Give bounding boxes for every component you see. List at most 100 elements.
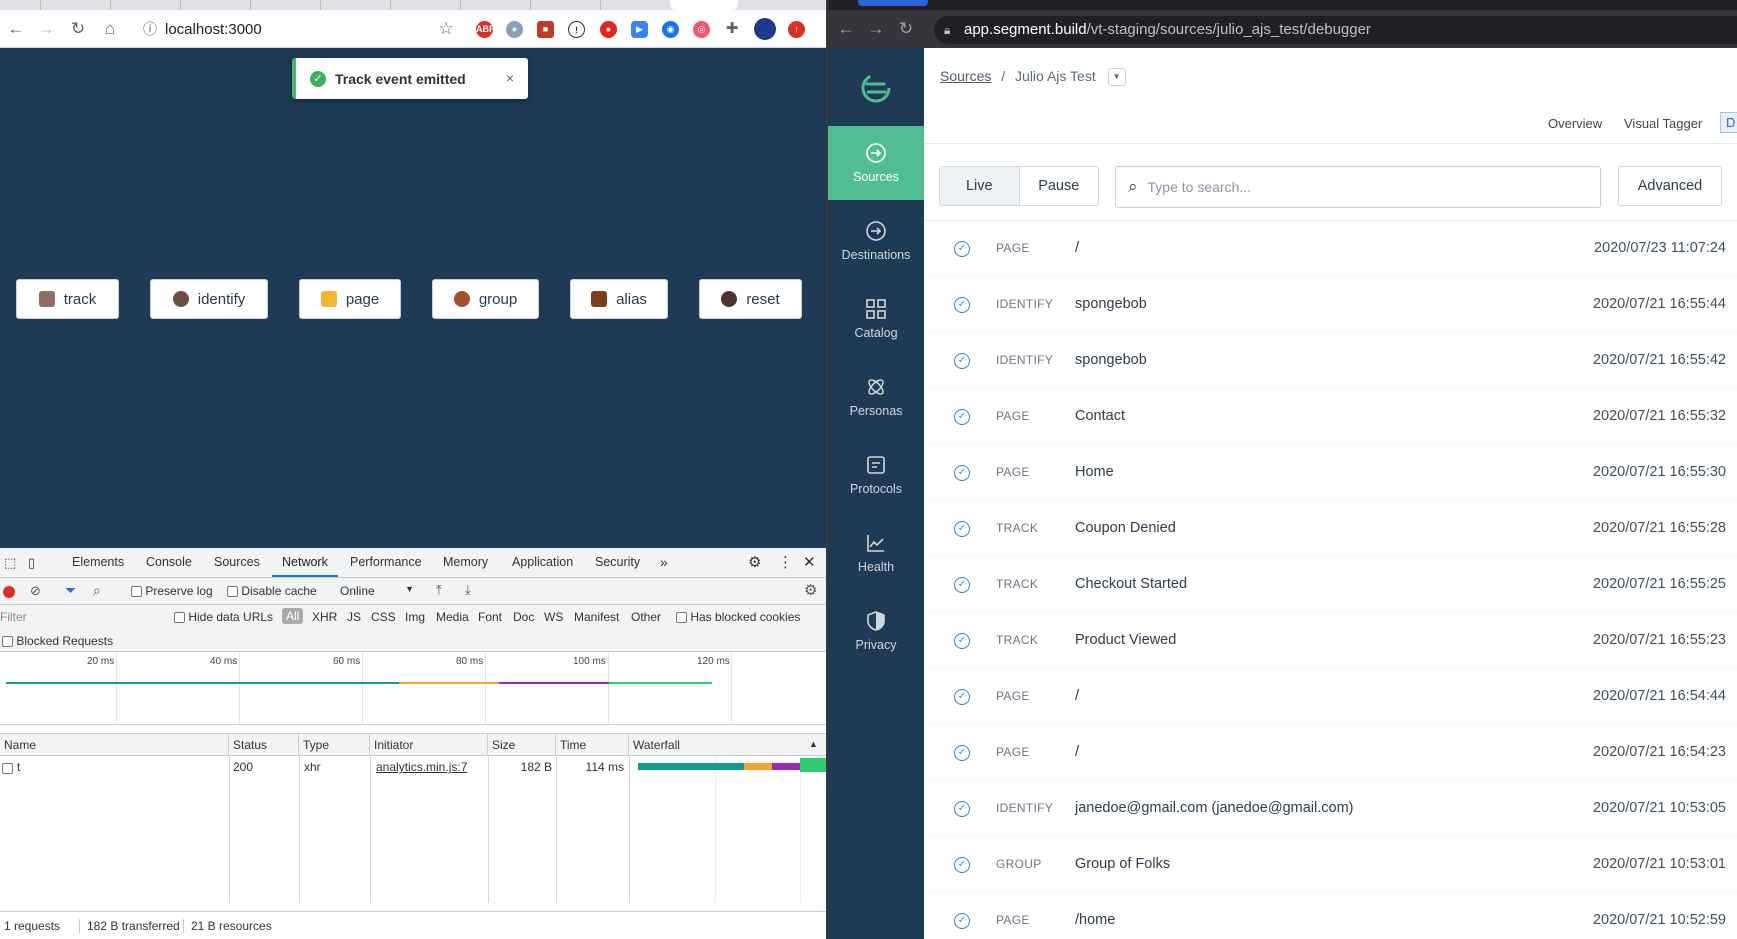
browser-tab[interactable]	[600, 0, 660, 10]
track-button[interactable]: track	[16, 279, 119, 319]
col-name[interactable]: Name	[0, 734, 229, 756]
extension-icon[interactable]: ▶	[631, 21, 648, 38]
device-toolbar-icon[interactable]: ▯	[28, 548, 35, 577]
filter-js[interactable]: JS	[347, 610, 361, 624]
sidebar-item-destinations[interactable]: Destinations	[828, 204, 924, 278]
filter-doc[interactable]: Doc	[513, 610, 534, 624]
browser-tab-active[interactable]	[858, 0, 928, 6]
page-button[interactable]: page	[299, 279, 401, 319]
reload-icon[interactable]: ↻	[896, 19, 916, 39]
filter-all-button[interactable]: All	[282, 608, 304, 624]
extension-icon[interactable]: ◉	[662, 21, 679, 38]
filter-other[interactable]: Other	[631, 610, 661, 624]
bookmark-star-icon[interactable]: ☆	[436, 19, 456, 39]
filter-img[interactable]: Img	[405, 610, 425, 624]
network-settings-gear-icon[interactable]: ⚙	[804, 581, 817, 599]
group-button[interactable]: group	[432, 279, 539, 319]
extension-icon[interactable]: ●	[506, 21, 523, 38]
tab-elements[interactable]: Elements	[72, 548, 124, 577]
event-row[interactable]: ✓ PAGE / 2020/07/23 11:07:24	[924, 221, 1737, 277]
filter-css[interactable]: CSS	[371, 610, 396, 624]
hide-data-urls-checkbox[interactable]: Hide data URLs	[174, 610, 273, 624]
checkbox[interactable]	[676, 612, 687, 624]
col-initiator[interactable]: Initiator	[370, 734, 488, 756]
browser-tab[interactable]	[40, 0, 100, 10]
tab-console[interactable]: Console	[146, 548, 192, 577]
browser-tab[interactable]	[320, 0, 380, 10]
event-row[interactable]: ✓ IDENTIFY spongebob 2020/07/21 16:55:42	[924, 333, 1737, 389]
throttle-select[interactable]: Online ▼	[340, 584, 414, 598]
advanced-button[interactable]: Advanced	[1618, 166, 1722, 206]
event-row[interactable]: ✓ PAGE / 2020/07/21 16:54:23	[924, 725, 1737, 781]
preserve-log-checkbox[interactable]: Preserve log	[131, 584, 213, 598]
profile-avatar[interactable]	[754, 18, 776, 40]
tab-network[interactable]: Network	[272, 548, 338, 577]
tab-overview[interactable]: Overview	[1548, 116, 1602, 131]
col-status[interactable]: Status	[229, 734, 299, 756]
event-row[interactable]: ✓ PAGE Contact 2020/07/21 16:55:32	[924, 389, 1737, 445]
settings-gear-icon[interactable]: ⚙	[748, 548, 761, 577]
more-tabs-icon[interactable]: »	[660, 548, 668, 577]
update-icon[interactable]: ↑	[788, 21, 805, 38]
clear-icon[interactable]: ⊘	[30, 583, 41, 599]
back-icon[interactable]: ←	[6, 19, 26, 39]
forward-icon[interactable]: →	[866, 19, 886, 39]
breadcrumb-sources-link[interactable]: Sources	[940, 68, 991, 84]
inspect-element-icon[interactable]: ⬚	[4, 548, 16, 577]
request-initiator-link[interactable]: analytics.min.js:7	[376, 760, 467, 774]
extension-icon[interactable]: ●	[600, 21, 617, 38]
event-row[interactable]: ✓ TRACK Product Viewed 2020/07/21 16:55:23	[924, 613, 1737, 669]
event-row[interactable]: ✓ TRACK Checkout Started 2020/07/21 16:55:2…	[924, 557, 1737, 613]
network-overview-timeline[interactable]: 20 ms 40 ms 60 ms 80 ms 100 ms 120 ms	[0, 652, 826, 725]
filter-media[interactable]: Media	[436, 610, 469, 624]
search-icon[interactable]: ⌕	[93, 582, 101, 599]
tab-performance[interactable]: Performance	[350, 548, 422, 577]
tab-visual-tagger[interactable]: Visual Tagger	[1624, 116, 1702, 131]
event-row[interactable]: ✓ GROUP Group of Folks 2020/07/21 10:53:01	[924, 837, 1737, 893]
checkbox[interactable]	[174, 612, 185, 624]
event-row[interactable]: ✓ PAGE / 2020/07/21 16:54:44	[924, 669, 1737, 725]
event-row[interactable]: ✓ IDENTIFY spongebob 2020/07/21 16:55:44	[924, 277, 1737, 333]
checkbox[interactable]	[2, 636, 13, 648]
tab-memory[interactable]: Memory	[443, 548, 488, 577]
event-row[interactable]: ✓ IDENTIFY janedoe@gmail.com (janedoe@gmai…	[924, 781, 1737, 837]
filter-ws[interactable]: WS	[544, 610, 563, 624]
extension-icon[interactable]: ■	[537, 21, 554, 38]
sort-triangle-icon[interactable]: ▲	[809, 739, 818, 749]
blocked-requests-checkbox[interactable]: Blocked Requests	[2, 634, 113, 648]
back-icon[interactable]: ←	[836, 19, 856, 39]
segment-logo-icon[interactable]	[856, 68, 896, 108]
reload-icon[interactable]: ↻	[68, 19, 88, 39]
browser-tab[interactable]	[110, 0, 170, 10]
checkbox[interactable]	[131, 586, 142, 598]
sidebar-item-catalog[interactable]: Catalog	[828, 282, 924, 356]
alias-button[interactable]: alias	[570, 279, 668, 319]
record-icon[interactable]	[3, 586, 15, 598]
col-type[interactable]: Type	[299, 734, 370, 756]
row-checkbox[interactable]	[2, 763, 13, 775]
browser-tab[interactable]	[250, 0, 310, 10]
identify-button[interactable]: identify	[150, 279, 268, 319]
extension-icon[interactable]: !	[568, 21, 585, 38]
export-har-icon[interactable]: ⤓	[465, 582, 471, 598]
col-time[interactable]: Time	[556, 734, 629, 756]
puzzle-icon[interactable]: ✚	[722, 19, 742, 39]
blocked-cookies-checkbox[interactable]: Has blocked cookies	[676, 610, 800, 624]
browser-tab[interactable]	[530, 0, 590, 10]
adblock-extension-icon[interactable]: ABP	[476, 21, 495, 38]
tab-debugger[interactable]: D	[1720, 112, 1737, 133]
source-switcher-dropdown-icon[interactable]: ▼	[1107, 68, 1126, 87]
event-row[interactable]: ✓ PAGE/home 2020/07/21 10:52:59	[924, 893, 1737, 939]
live-button[interactable]: Live	[940, 167, 1020, 205]
request-name[interactable]: t	[17, 760, 20, 774]
filter-input[interactable]: Filter	[0, 610, 160, 624]
reset-button[interactable]: reset	[699, 279, 802, 319]
kebab-menu-icon[interactable]: ⋮	[778, 548, 793, 577]
browser-tab-active[interactable]	[670, 0, 738, 10]
disable-cache-checkbox[interactable]: Disable cache	[227, 584, 317, 598]
filter-funnel-icon[interactable]: ⏷	[65, 582, 76, 599]
extension-icon[interactable]: ◎	[693, 21, 710, 38]
event-row[interactable]: ✓ PAGE Home 2020/07/21 16:55:30	[924, 445, 1737, 501]
url-field[interactable]: ⓘ localhost:3000	[143, 16, 431, 42]
filter-xhr[interactable]: XHR	[312, 610, 337, 624]
